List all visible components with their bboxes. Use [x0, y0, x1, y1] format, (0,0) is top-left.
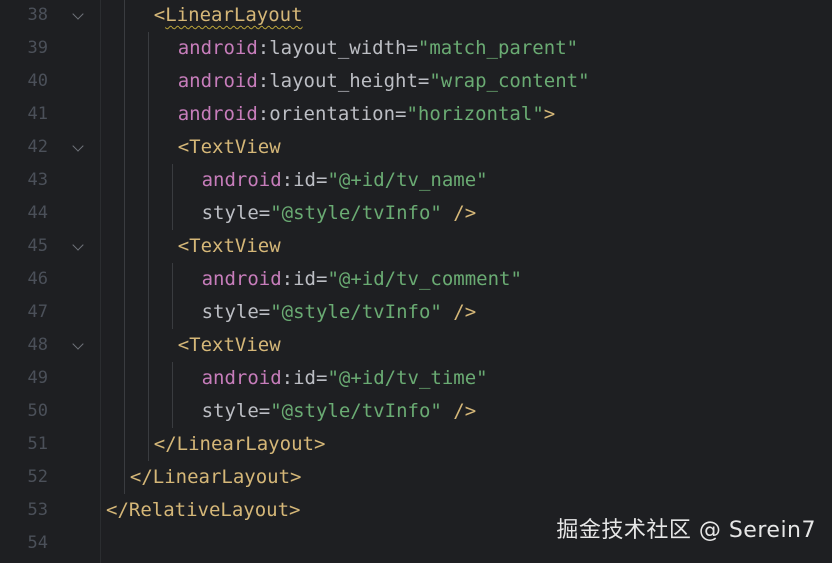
code-text: style="@style/tvInfo" />	[202, 395, 477, 428]
line-number: 43	[27, 170, 48, 190]
line-number: 53	[27, 500, 48, 520]
code-text: android:layout_width="match_parent"	[178, 32, 578, 65]
line-number: 41	[27, 104, 48, 124]
code-line[interactable]: 51 </LinearLayout>	[0, 428, 832, 461]
code-token: <	[153, 4, 166, 26]
code-text: android:orientation="horizontal">	[178, 98, 556, 131]
code-token: LinearLayout	[165, 4, 303, 26]
line-number: 42	[27, 137, 48, 157]
code-line[interactable]: 46 android:id="@+id/tv_comment"	[0, 263, 832, 296]
fold-chevron-icon[interactable]	[72, 8, 84, 20]
line-number: 48	[27, 335, 48, 355]
code-token: android	[201, 268, 282, 290]
code-token: "@style/tvInfo"	[270, 301, 442, 323]
code-token: "@style/tvInfo"	[270, 202, 442, 224]
line-number: 49	[27, 368, 48, 388]
code-text: <TextView	[178, 329, 281, 362]
line-number: 38	[27, 5, 48, 25]
code-token: />	[441, 400, 477, 422]
code-token: android	[177, 103, 258, 125]
code-token: :layout_width=	[257, 37, 418, 59]
code-token: "@style/tvInfo"	[270, 400, 442, 422]
code-text: <TextView	[178, 131, 281, 164]
code-token: "wrap_content"	[429, 70, 590, 92]
code-token: "@+id/tv_time"	[327, 367, 488, 389]
code-token: style=	[201, 400, 271, 422]
code-token: android	[201, 367, 282, 389]
line-number: 51	[27, 434, 48, 454]
code-line[interactable]: 44 style="@style/tvInfo" />	[0, 197, 832, 230]
code-token: <TextView	[177, 136, 281, 158]
code-token: <TextView	[177, 235, 281, 257]
code-token: <TextView	[177, 334, 281, 356]
fold-chevron-icon[interactable]	[72, 338, 84, 350]
code-line[interactable]: 40 android:layout_height="wrap_content"	[0, 65, 832, 98]
code-line[interactable]: 38 <LinearLayout	[0, 0, 832, 32]
line-number: 47	[27, 302, 48, 322]
code-text: <TextView	[178, 230, 281, 263]
code-editor[interactable]: 38 <LinearLayout 39 android:layout_width="m…	[0, 0, 832, 563]
code-token: android	[201, 169, 282, 191]
code-text: android:id="@+id/tv_name"	[202, 164, 488, 197]
code-text: </LinearLayout>	[130, 461, 302, 494]
code-text: </RelativeLayout>	[106, 494, 300, 527]
code-token: :id=	[281, 268, 328, 290]
code-token: "@+id/tv_comment"	[327, 268, 522, 290]
code-line[interactable]: 42 <TextView	[0, 131, 832, 164]
line-number: 46	[27, 269, 48, 289]
code-token: :orientation=	[257, 103, 407, 125]
code-token: style=	[201, 202, 271, 224]
code-line[interactable]: 49 android:id="@+id/tv_time"	[0, 362, 832, 395]
code-text: </LinearLayout>	[154, 428, 326, 461]
code-line[interactable]: 43 android:id="@+id/tv_name"	[0, 164, 832, 197]
code-token: android	[177, 70, 258, 92]
line-number: 40	[27, 71, 48, 91]
code-text: android:id="@+id/tv_comment"	[202, 263, 522, 296]
code-token: style=	[201, 301, 271, 323]
code-line[interactable]: 52 </LinearLayout>	[0, 461, 832, 494]
code-token: />	[441, 301, 477, 323]
code-line[interactable]: 39 android:layout_width="match_parent"	[0, 32, 832, 65]
code-token: :layout_height=	[257, 70, 430, 92]
code-token: </LinearLayout>	[153, 433, 326, 455]
line-number: 45	[27, 236, 48, 256]
line-number: 54	[27, 533, 48, 553]
code-token: :id=	[281, 169, 328, 191]
code-token: >	[543, 103, 556, 125]
line-number: 44	[27, 203, 48, 223]
code-text: android:id="@+id/tv_time"	[202, 362, 488, 395]
code-token: />	[441, 202, 477, 224]
code-token: </RelativeLayout>	[106, 499, 301, 521]
code-line[interactable]: 41 android:orientation="horizontal">	[0, 98, 832, 131]
code-text: style="@style/tvInfo" />	[202, 296, 477, 329]
line-number: 39	[27, 38, 48, 58]
fold-chevron-icon[interactable]	[72, 140, 84, 152]
watermark: 掘金技术社区 @ Serein7	[556, 518, 816, 543]
code-text: <LinearLayout	[154, 0, 303, 32]
code-token: "match_parent"	[417, 37, 579, 59]
code-token: </LinearLayout>	[129, 466, 302, 488]
code-line[interactable]: 47 style="@style/tvInfo" />	[0, 296, 832, 329]
code-token: "horizontal"	[406, 103, 544, 125]
line-number: 50	[27, 401, 48, 421]
code-line[interactable]: 50 style="@style/tvInfo" />	[0, 395, 832, 428]
line-number: 52	[27, 467, 48, 487]
fold-chevron-icon[interactable]	[72, 239, 84, 251]
code-line[interactable]: 48 <TextView	[0, 329, 832, 362]
code-text: android:layout_height="wrap_content"	[178, 65, 590, 98]
code-line[interactable]: 45 <TextView	[0, 230, 832, 263]
code-text: style="@style/tvInfo" />	[202, 197, 477, 230]
code-token: android	[177, 37, 258, 59]
code-token: :id=	[281, 367, 328, 389]
code-token: "@+id/tv_name"	[327, 169, 488, 191]
